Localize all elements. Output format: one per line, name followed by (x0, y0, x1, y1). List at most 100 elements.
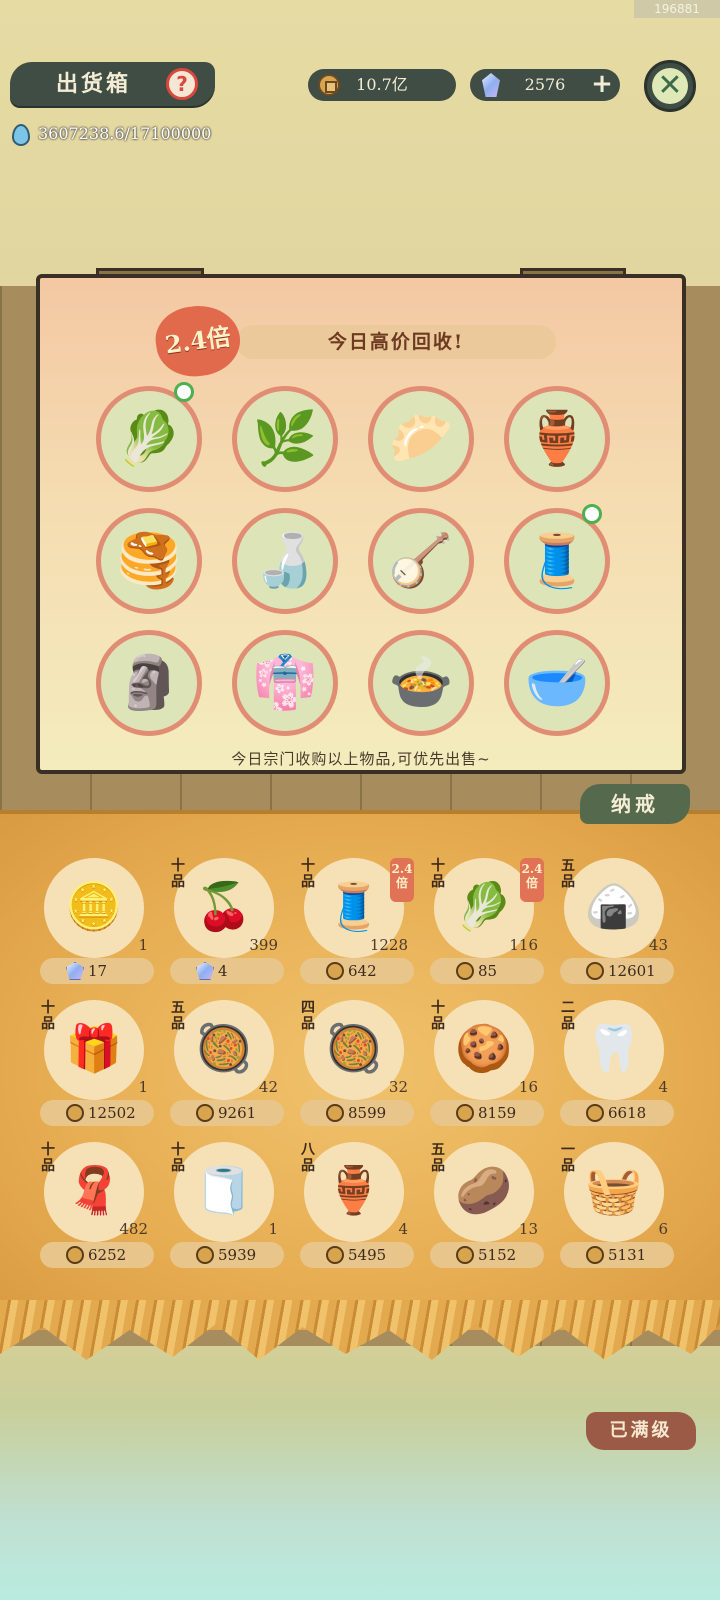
item-quantity: 116 (509, 936, 538, 954)
board-item-fish-dish[interactable]: 🍲 (368, 630, 474, 736)
item-price: 5152 (430, 1242, 544, 1268)
item-icon: 🎁 (65, 1021, 123, 1075)
inventory-item[interactable]: 🧻 十品 1 5939 (166, 1142, 288, 1272)
board-item-radish[interactable]: 🥬 (96, 386, 202, 492)
add-gems-button[interactable]: + (590, 71, 614, 97)
new-badge-icon (174, 382, 194, 402)
coin-icon (456, 962, 474, 980)
item-price: 17 (40, 958, 154, 984)
water-drop-icon (12, 124, 30, 146)
item-price: 9261 (170, 1100, 284, 1126)
inventory-item[interactable]: 🥬 十品 2.4倍 116 85 (426, 858, 548, 988)
item-price: 5495 (300, 1242, 414, 1268)
item-icon: 🪙 (65, 879, 123, 933)
pipa-icon: 🪕 (388, 531, 454, 591)
inventory-item[interactable]: 🧣 十品 482 6252 (36, 1142, 158, 1272)
board-item-robe[interactable]: 👘 (232, 630, 338, 736)
item-grade: 十品 (41, 1000, 55, 1032)
maxed-level-button[interactable]: 已满级 (586, 1412, 696, 1450)
item-quantity: 4 (398, 1220, 408, 1238)
high-price-banner: 今日高价回收! (236, 325, 556, 359)
gem-balance: 2576 + (470, 69, 620, 101)
page-title-text: 出货箱 (56, 71, 132, 97)
item-icon: 🥔 (455, 1163, 513, 1217)
water-capacity-value: 3607238.6/17100000 (38, 124, 212, 143)
item-quantity: 1 (138, 936, 148, 954)
item-grade: 四品 (301, 1000, 315, 1032)
inventory-item[interactable]: 🪙 1 17 (36, 858, 158, 988)
inventory-item[interactable]: 🏺 八品 4 5495 (296, 1142, 418, 1272)
thread-spool-icon: 🧵 (524, 531, 590, 591)
item-quantity: 1 (268, 1220, 278, 1238)
inventory-item[interactable]: 🍙 五品 43 12601 (556, 858, 678, 988)
item-grade: 五品 (561, 858, 575, 890)
item-icon: 🦷 (585, 1021, 643, 1075)
new-badge-icon (582, 504, 602, 524)
item-icon: 🧺 (585, 1163, 643, 1217)
item-price-value: 642 (348, 962, 377, 980)
inventory-item[interactable]: 🧺 一品 6 5131 (556, 1142, 678, 1272)
item-price-value: 12601 (608, 962, 656, 980)
item-quantity: 1 (138, 1078, 148, 1096)
inventory-item[interactable]: 🎁 十品 1 12502 (36, 1000, 158, 1130)
inventory-item[interactable]: 🥘 五品 42 9261 (166, 1000, 288, 1130)
inventory-item[interactable]: 🥔 五品 13 5152 (426, 1142, 548, 1272)
item-price-value: 5495 (348, 1246, 387, 1264)
item-price: 12502 (40, 1100, 154, 1126)
board-note: 今日宗门收购以上物品,可优先出售~ (231, 750, 491, 768)
coin-icon (326, 1104, 344, 1122)
item-grade: 十品 (301, 858, 315, 890)
item-quantity: 1228 (369, 936, 408, 954)
item-grade: 十品 (431, 1000, 445, 1032)
item-quantity: 43 (648, 936, 668, 954)
board-item-herb-leaves[interactable]: 🌿 (232, 386, 338, 492)
board-item-pancake[interactable]: 🥞 (96, 508, 202, 614)
board-item-thread-spool[interactable]: 🧵 (504, 508, 610, 614)
item-price-value: 85 (478, 962, 498, 980)
item-icon: 🧣 (65, 1163, 123, 1217)
inventory-item[interactable]: 🦷 二品 4 6618 (556, 1000, 678, 1130)
item-grade: 五品 (431, 1142, 445, 1174)
item-price-value: 5131 (608, 1246, 647, 1264)
item-price-value: 9261 (218, 1104, 257, 1122)
board-item-sausage-bowl[interactable]: 🥣 (504, 630, 610, 736)
coin-icon (326, 1246, 344, 1264)
inventory-item[interactable]: 🍪 十品 16 8159 (426, 1000, 548, 1130)
item-price-value: 8159 (478, 1104, 517, 1122)
board-item-buns[interactable]: 🥟 (368, 386, 474, 492)
gem-icon (66, 962, 84, 980)
inventory-item[interactable]: 🧵 十品 2.4倍 1228 642 (296, 858, 418, 988)
storage-ring-button[interactable]: 纳戒 (580, 784, 690, 824)
item-grade: 十品 (171, 858, 185, 890)
coin-balance-value: 10.7亿 (356, 75, 408, 94)
board-item-gourd-bottle[interactable]: 🍶 (232, 508, 338, 614)
item-quantity: 13 (518, 1220, 538, 1238)
item-price-value: 8599 (348, 1104, 387, 1122)
clay-jar-icon: 🏺 (524, 409, 590, 469)
question-icon[interactable]: ? (166, 68, 198, 100)
close-button[interactable]: ✕ (644, 60, 696, 112)
inventory-item[interactable]: 🍒 十品 399 4 (166, 858, 288, 988)
item-quantity: 482 (119, 1220, 148, 1238)
item-grade: 十品 (431, 858, 445, 890)
item-grade: 二品 (561, 1000, 575, 1032)
board-item-clay-jar[interactable]: 🏺 (504, 386, 610, 492)
item-multiplier-badge: 2.4倍 (520, 858, 544, 902)
board-item-pipa[interactable]: 🪕 (368, 508, 474, 614)
item-icon: 🥘 (195, 1021, 253, 1075)
item-price-value: 12502 (88, 1104, 136, 1122)
board-item-figurine[interactable]: 🗿 (96, 630, 202, 736)
coin-icon (66, 1104, 84, 1122)
item-quantity: 6 (658, 1220, 668, 1238)
inventory-item[interactable]: 🥘 四品 32 8599 (296, 1000, 418, 1130)
item-price: 5939 (170, 1242, 284, 1268)
item-grade: 一品 (561, 1142, 575, 1174)
gem-icon (196, 962, 214, 980)
item-grade: 十品 (171, 1142, 185, 1174)
pancake-icon: 🥞 (116, 531, 182, 591)
coin-balance: 10.7亿 (308, 69, 456, 101)
coin-icon (196, 1246, 214, 1264)
item-price: 6618 (560, 1100, 674, 1126)
item-price: 8159 (430, 1100, 544, 1126)
item-quantity: 16 (518, 1078, 538, 1096)
